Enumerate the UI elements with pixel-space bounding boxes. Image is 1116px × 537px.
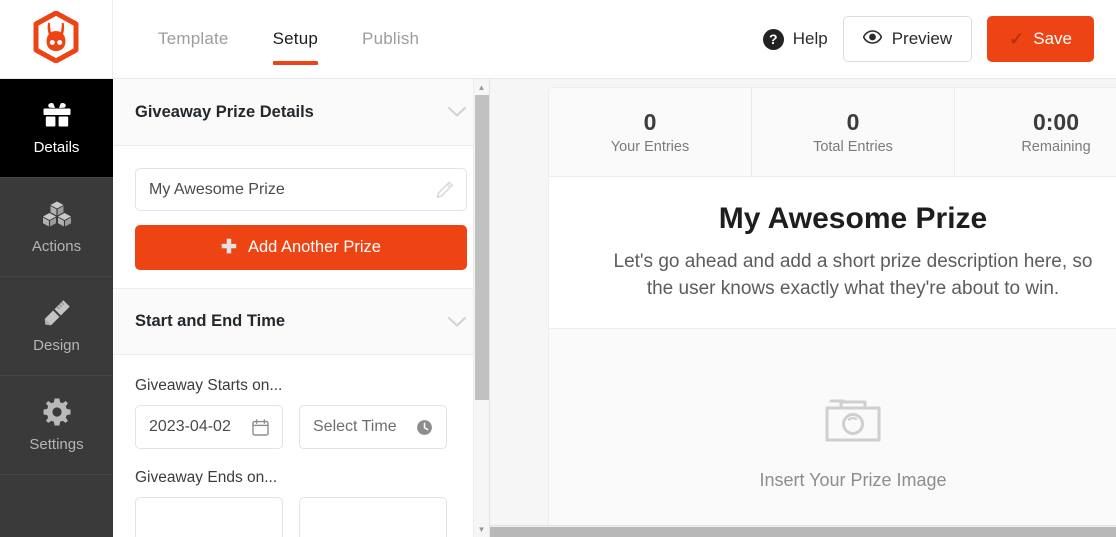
section-title-start-end-time: Start and End Time bbox=[135, 312, 286, 330]
prize-image-placeholder[interactable]: Insert Your Prize Image bbox=[549, 328, 1116, 525]
preview-button[interactable]: Preview bbox=[842, 16, 973, 62]
add-another-prize-label: Add Another Prize bbox=[247, 238, 381, 256]
eye-icon bbox=[862, 29, 882, 49]
sidebar-item-details[interactable]: Details bbox=[0, 79, 113, 178]
stat-total-entries: 0 Total Entries bbox=[752, 88, 955, 176]
cubes-icon bbox=[42, 199, 72, 229]
section-body-start-end-time: Giveaway Starts on... 2023-04-02 Select … bbox=[113, 355, 489, 537]
sidebar-item-settings-label: Settings bbox=[29, 436, 84, 453]
prize-header: My Awesome Prize Let's go ahead and add … bbox=[549, 177, 1116, 328]
sidebar-item-settings[interactable]: Settings bbox=[0, 376, 113, 475]
help-button-label: Help bbox=[792, 29, 828, 48]
preview-horizontal-scrollbar[interactable] bbox=[490, 525, 1116, 537]
section-title-prize-details: Giveaway Prize Details bbox=[135, 102, 314, 121]
preview-button-label: Preview bbox=[891, 29, 953, 48]
giveaway-starts-on-label: Giveaway Starts on... bbox=[135, 377, 283, 394]
tab-publish-label: Publish bbox=[362, 29, 420, 48]
chevron-down-icon[interactable] bbox=[447, 106, 467, 118]
section-header-prize-details[interactable]: Giveaway Prize Details bbox=[113, 79, 489, 146]
app-body: Details Actions Design Settings Giveaway… bbox=[0, 79, 1116, 537]
tab-template[interactable]: Template bbox=[136, 0, 251, 78]
end-date-input[interactable] bbox=[135, 497, 283, 537]
horizontal-scrollbar-thumb[interactable] bbox=[490, 527, 1116, 537]
stat-remaining-label: Remaining bbox=[1021, 139, 1091, 155]
preview-prize-description[interactable]: Let's go ahead and add a short prize des… bbox=[613, 249, 1093, 302]
sidebar-item-actions[interactable]: Actions bbox=[0, 178, 113, 277]
start-time-placeholder: Select Time bbox=[313, 418, 397, 435]
settings-panel-scrollbar[interactable]: ▲ ▼ bbox=[473, 79, 489, 537]
scroll-up-arrow-icon[interactable]: ▲ bbox=[474, 79, 490, 95]
tab-setup[interactable]: Setup bbox=[251, 0, 340, 78]
app-header: Template Setup Publish ? Help Preview ✓ … bbox=[0, 0, 1116, 79]
end-datetime-row bbox=[135, 497, 467, 537]
builder-tabs: Template Setup Publish bbox=[136, 0, 441, 78]
save-button[interactable]: ✓ Save bbox=[987, 16, 1094, 62]
start-datetime-row: 2023-04-02 Select Time bbox=[135, 405, 467, 449]
plus-icon: ✚ bbox=[221, 237, 237, 258]
tab-template-label: Template bbox=[158, 29, 229, 48]
calendar-icon[interactable] bbox=[252, 418, 269, 436]
tab-setup-label: Setup bbox=[272, 29, 319, 48]
start-date-input[interactable]: 2023-04-02 bbox=[135, 405, 283, 449]
scrollbar-thumb[interactable] bbox=[474, 95, 489, 400]
tab-publish[interactable]: Publish bbox=[340, 0, 441, 78]
pencil-ruler-icon bbox=[42, 298, 72, 328]
section-body-prize-details: My Awesome Prize ✚ Add Another Prize bbox=[113, 146, 489, 288]
question-mark-icon: ? bbox=[762, 28, 784, 50]
gear-icon bbox=[42, 397, 72, 427]
rafflepress-giveaway-builder: Template Setup Publish ? Help Preview ✓ … bbox=[0, 0, 1116, 537]
start-time-input[interactable]: Select Time bbox=[299, 405, 447, 449]
check-icon: ✓ bbox=[1009, 29, 1025, 49]
stat-your-entries: 0 Your Entries bbox=[549, 88, 752, 176]
stat-your-entries-label: Your Entries bbox=[610, 139, 690, 155]
insert-prize-image-label: Insert Your Prize Image bbox=[759, 470, 947, 491]
start-date-value: 2023-04-02 bbox=[149, 418, 231, 435]
sidebar-item-design[interactable]: Design bbox=[0, 277, 113, 376]
giveaway-preview-area: 0 Your Entries 0 Total Entries 0:00 Rema… bbox=[490, 79, 1116, 537]
section-header-start-end-time[interactable]: Start and End Time bbox=[113, 288, 489, 355]
stat-remaining-value: 0:00 bbox=[1032, 109, 1080, 135]
gift-icon bbox=[42, 100, 72, 130]
settings-panel-scroll-content: Giveaway Prize Details My Awesome Prize bbox=[113, 79, 489, 537]
add-another-prize-button[interactable]: ✚ Add Another Prize bbox=[135, 225, 467, 270]
pencil-icon[interactable] bbox=[435, 180, 454, 199]
end-time-input[interactable] bbox=[299, 497, 447, 537]
giveaway-ends-on-label: Giveaway Ends on... bbox=[135, 469, 278, 486]
sidebar-item-design-label: Design bbox=[33, 337, 80, 354]
header-actions: ? Help Preview ✓ Save bbox=[762, 0, 1116, 78]
camera-icon bbox=[825, 396, 881, 444]
prize-name-input[interactable]: My Awesome Prize bbox=[135, 168, 467, 211]
stat-total-entries-label: Total Entries bbox=[813, 139, 893, 155]
giveaway-preview-card: 0 Your Entries 0 Total Entries 0:00 Rema… bbox=[548, 87, 1116, 525]
entry-stats-bar: 0 Your Entries 0 Total Entries 0:00 Rema… bbox=[549, 88, 1116, 177]
save-button-label: Save bbox=[1033, 29, 1072, 48]
sidebar-item-details-label: Details bbox=[33, 139, 80, 156]
sidebar-item-actions-label: Actions bbox=[31, 238, 82, 255]
preview-prize-title[interactable]: My Awesome Prize bbox=[589, 202, 1116, 236]
logo-container bbox=[0, 0, 113, 78]
scroll-down-arrow-icon[interactable]: ▼ bbox=[474, 521, 490, 537]
left-sidebar: Details Actions Design Settings bbox=[0, 79, 113, 537]
chevron-down-icon[interactable] bbox=[447, 316, 467, 328]
prize-name-value: My Awesome Prize bbox=[149, 180, 285, 198]
help-button[interactable]: ? Help bbox=[762, 28, 828, 50]
stat-total-entries-value: 0 bbox=[846, 109, 860, 135]
clock-icon[interactable] bbox=[416, 419, 433, 436]
stat-remaining: 0:00 Remaining bbox=[955, 88, 1116, 176]
stat-your-entries-value: 0 bbox=[643, 109, 657, 135]
rafflepress-rabbit-logo bbox=[31, 10, 81, 68]
settings-panel: Giveaway Prize Details My Awesome Prize bbox=[113, 79, 490, 537]
scrollbar-track[interactable] bbox=[474, 95, 490, 521]
